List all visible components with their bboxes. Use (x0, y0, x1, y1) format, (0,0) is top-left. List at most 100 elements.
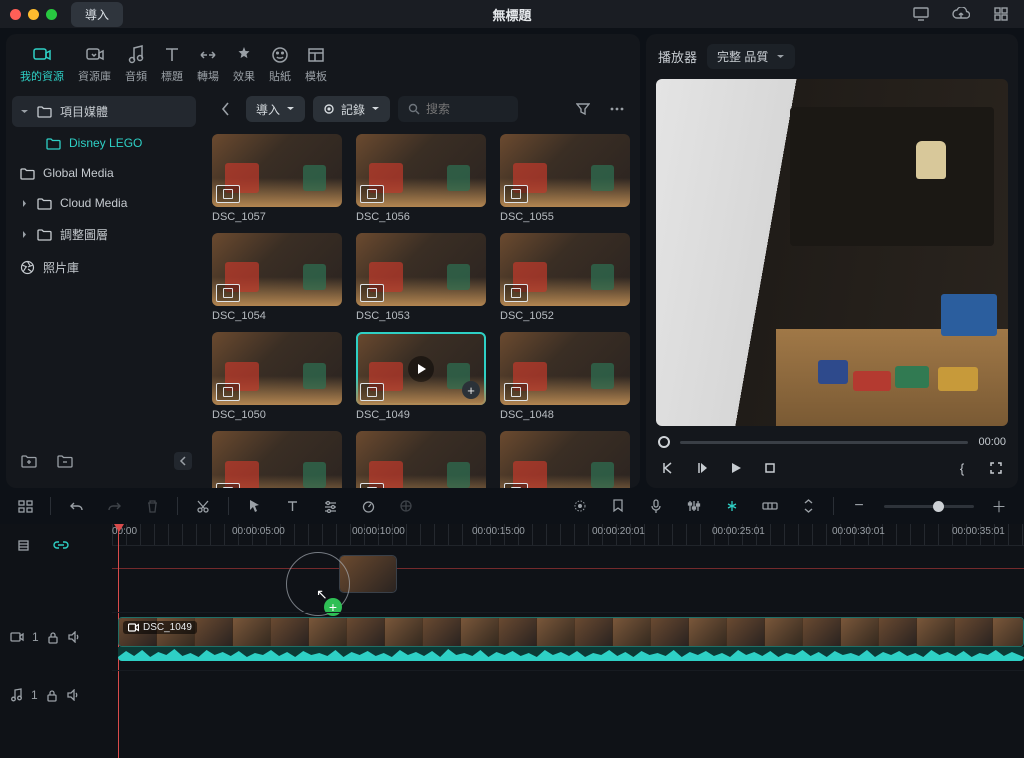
mute-icon[interactable] (67, 631, 81, 643)
lock-icon[interactable] (47, 631, 59, 644)
mode-tab-titles[interactable]: 標題 (161, 44, 183, 84)
audio-track[interactable] (112, 670, 1024, 720)
clip-item[interactable]: +DSC_1047 (212, 431, 342, 488)
clip-thumbnail[interactable]: + (500, 431, 630, 488)
clip-thumbnail[interactable]: + (356, 233, 486, 306)
color-scope-button[interactable] (567, 493, 593, 519)
clip-item[interactable]: +DSC_1057 (212, 134, 342, 223)
remove-folder-button[interactable] (52, 448, 78, 474)
clip-item[interactable]: +DSC_1056 (356, 134, 486, 223)
play-button[interactable] (726, 458, 746, 478)
cloud-upload-icon[interactable] (948, 1, 974, 27)
close-window-button[interactable] (10, 9, 21, 20)
cut-tool[interactable] (190, 493, 216, 519)
crop-tool[interactable] (393, 493, 419, 519)
collapse-tracks-button[interactable] (795, 493, 821, 519)
seek-handle[interactable] (658, 436, 670, 448)
mode-tab-transition[interactable]: 轉場 (197, 44, 219, 84)
tree-global-media[interactable]: Global Media (12, 159, 196, 187)
link-button[interactable] (757, 493, 783, 519)
clip-thumbnail[interactable]: + (356, 134, 486, 207)
mute-icon[interactable] (66, 689, 80, 701)
expand-player-button[interactable] (986, 458, 1006, 478)
mixer-button[interactable] (681, 493, 707, 519)
lock-icon[interactable] (46, 689, 58, 702)
select-tool[interactable] (241, 493, 267, 519)
redo-button[interactable] (101, 493, 127, 519)
mode-tab-templates[interactable]: 模板 (305, 44, 327, 84)
layout-grid-icon[interactable] (988, 1, 1014, 27)
zoom-out-button[interactable]: − (846, 493, 872, 519)
tree-photo-library[interactable]: 照片庫 (12, 252, 196, 283)
mode-tab-stickers[interactable]: 貼紙 (269, 44, 291, 84)
video-preview[interactable] (656, 79, 1008, 426)
clip-thumbnail[interactable]: + (500, 233, 630, 306)
clip-thumbnail[interactable]: + (212, 134, 342, 207)
display-settings-icon[interactable] (908, 1, 934, 27)
step-back-button[interactable] (692, 458, 712, 478)
clip-item[interactable]: +DSC_1054 (212, 233, 342, 322)
clip-item[interactable]: +DSC_1045 (500, 431, 630, 488)
stop-button[interactable] (760, 458, 780, 478)
zoom-slider[interactable] (884, 505, 974, 508)
clip-item[interactable]: +DSC_1052 (500, 233, 630, 322)
prev-frame-button[interactable] (658, 458, 678, 478)
bracket-tool-button[interactable]: { (952, 458, 972, 478)
tree-cloud-media[interactable]: Cloud Media (12, 189, 196, 217)
import-dropdown[interactable]: 導入 (246, 96, 305, 122)
clip-item[interactable]: +DSC_1050 (212, 332, 342, 421)
marker-button[interactable] (605, 493, 631, 519)
clip-thumbnail[interactable]: + (356, 431, 486, 488)
zoom-in-button[interactable]: ＋ (986, 493, 1012, 519)
video-track[interactable]: DSC_1049 (112, 612, 1024, 662)
filter-button[interactable] (570, 96, 596, 122)
clip-item[interactable]: +DSC_1053 (356, 233, 486, 322)
more-menu-button[interactable] (604, 96, 630, 122)
mode-tab-audio[interactable]: 音頻 (125, 44, 147, 84)
seek-bar[interactable] (680, 441, 968, 444)
tree-project-media[interactable]: 項目媒體 (12, 96, 196, 127)
quality-dropdown[interactable]: 完整 品質 (707, 44, 795, 69)
timeline-body[interactable]: 00:0000:00:05:0000:00:10:0000:00:15:0000… (112, 524, 1024, 758)
fullscreen-window-button[interactable] (46, 9, 57, 20)
adjust-tool[interactable] (317, 493, 343, 519)
minimize-window-button[interactable] (28, 9, 39, 20)
timeline: 1 1 00:0000:00:05:0000:00:10:0000:00:15:… (0, 524, 1024, 758)
tree-adjustment-layer[interactable]: 調整圖層 (12, 219, 196, 250)
clip-thumbnail[interactable]: + (212, 332, 342, 405)
snap-button[interactable] (719, 493, 745, 519)
thumbnails-toggle[interactable] (12, 493, 38, 519)
play-overlay-icon[interactable] (408, 356, 434, 382)
delete-button[interactable] (139, 493, 165, 519)
timeline-ruler[interactable]: 00:0000:00:05:0000:00:10:0000:00:15:0000… (112, 524, 1024, 546)
timeline-clip[interactable]: DSC_1049 (118, 617, 1024, 647)
undo-button[interactable] (63, 493, 89, 519)
timeline-link-button[interactable] (48, 532, 74, 558)
clip-item[interactable]: +DSC_1048 (500, 332, 630, 421)
mode-tab-my-media[interactable]: 我的資源 (20, 44, 64, 84)
nav-back-button[interactable] (212, 96, 238, 122)
clip-thumbnail[interactable]: + (500, 332, 630, 405)
tree-project-child[interactable]: Disney LEGO (12, 129, 196, 157)
mic-button[interactable] (643, 493, 669, 519)
clip-thumbnail[interactable]: + (356, 332, 486, 405)
workspace-tab-import[interactable]: 導入 (71, 2, 123, 27)
mode-tab-stock[interactable]: 資源庫 (78, 44, 111, 84)
text-tool[interactable] (279, 493, 305, 519)
clip-item[interactable]: +DSC_1049 (356, 332, 486, 421)
clip-thumbnail[interactable]: + (500, 134, 630, 207)
search-field[interactable] (426, 102, 506, 116)
clip-item[interactable]: +DSC_1046 (356, 431, 486, 488)
record-dropdown[interactable]: 記錄 (313, 96, 390, 122)
speed-tool[interactable] (355, 493, 381, 519)
audio-track-header[interactable]: 1 (0, 670, 112, 720)
timeline-copy-button[interactable] (10, 532, 36, 558)
clip-thumbnail[interactable]: + (212, 233, 342, 306)
clip-item[interactable]: +DSC_1055 (500, 134, 630, 223)
new-folder-button[interactable] (16, 448, 42, 474)
video-track-header[interactable]: 1 (0, 612, 112, 662)
search-input[interactable] (398, 96, 518, 122)
mode-tab-effects[interactable]: 效果 (233, 44, 255, 84)
collapse-tree-button[interactable] (174, 452, 192, 470)
clip-thumbnail[interactable]: + (212, 431, 342, 488)
